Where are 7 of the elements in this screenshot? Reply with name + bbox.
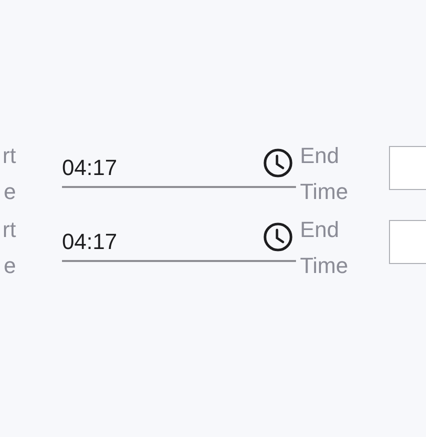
field-label: End Time bbox=[300, 216, 350, 280]
clock-icon[interactable] bbox=[263, 148, 293, 178]
field-label: rt e bbox=[2, 216, 16, 280]
time-field[interactable]: 04:17 bbox=[62, 140, 296, 188]
time-field[interactable]: 04:17 bbox=[62, 214, 296, 262]
field-label: End Time bbox=[300, 142, 350, 206]
clock-icon[interactable] bbox=[263, 222, 293, 252]
